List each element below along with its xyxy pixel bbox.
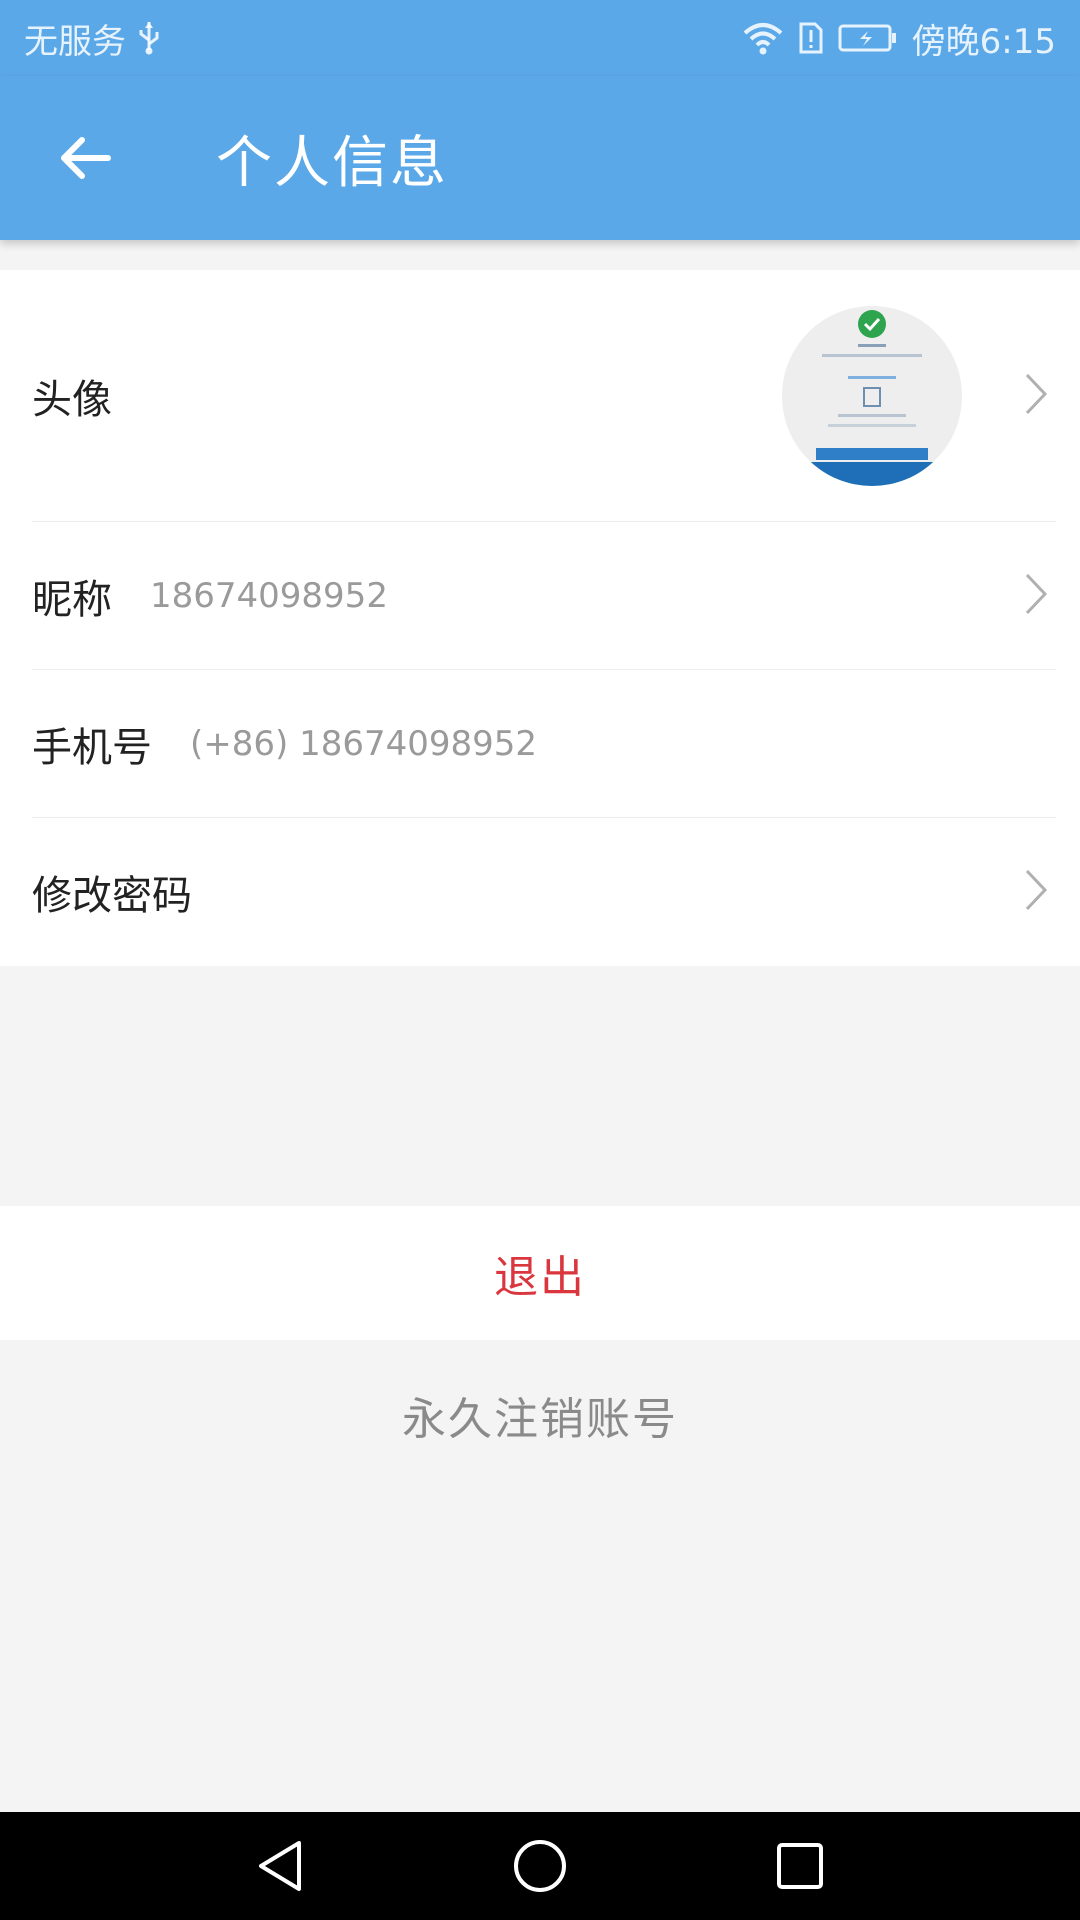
wifi-icon <box>742 21 784 55</box>
nav-recents-button[interactable] <box>760 1826 840 1906</box>
sim-alert-icon <box>798 21 824 55</box>
nickname-row[interactable]: 昵称 18674098952 <box>0 522 1080 670</box>
recents-square-icon <box>777 1843 823 1889</box>
chevron-right-icon <box>1024 572 1048 620</box>
logout-button[interactable]: 退出 <box>0 1206 1080 1340</box>
status-bar: 无服务 傍晚6:15 <box>0 0 1080 76</box>
battery-charging-icon <box>838 23 898 53</box>
logout-label: 退出 <box>494 1252 586 1303</box>
app-bar: 个人信息 <box>0 76 1080 240</box>
delete-account-label: 永久注销账号 <box>402 1394 678 1445</box>
avatar-label: 头像 <box>32 377 112 423</box>
phone-row: 手机号 (+86) 18674098952 <box>0 670 1080 818</box>
chevron-right-icon <box>1024 372 1048 420</box>
nickname-value: 18674098952 <box>150 576 388 616</box>
delete-account-button[interactable]: 永久注销账号 <box>0 1340 1080 1490</box>
screen: 无服务 傍晚6:15 个人信息 头像 昵称 18674098952 手机号 (+… <box>0 0 1080 1920</box>
back-button[interactable] <box>24 98 144 218</box>
back-triangle-icon <box>259 1841 301 1891</box>
home-circle-icon <box>514 1840 566 1892</box>
avatar[interactable] <box>782 306 962 486</box>
clock-text: 傍晚6:15 <box>911 21 1056 62</box>
avatar-image <box>782 306 962 486</box>
carrier-text: 无服务 <box>24 21 126 62</box>
avatar-row[interactable]: 头像 <box>0 270 1080 522</box>
navigation-bar <box>0 1812 1080 1920</box>
nickname-label: 昵称 <box>32 577 112 623</box>
arrow-left-icon <box>61 137 111 179</box>
usb-icon <box>136 20 162 56</box>
nav-home-button[interactable] <box>500 1826 580 1906</box>
phone-label: 手机号 <box>32 725 152 771</box>
nav-back-button[interactable] <box>240 1826 320 1906</box>
change-password-row[interactable]: 修改密码 <box>0 818 1080 966</box>
change-password-label: 修改密码 <box>32 873 192 919</box>
profile-list: 头像 昵称 18674098952 手机号 (+86) 18674098952 … <box>0 270 1080 966</box>
phone-value: (+86) 18674098952 <box>190 724 538 764</box>
page-title: 个人信息 <box>216 130 448 196</box>
chevron-right-icon <box>1024 868 1048 916</box>
